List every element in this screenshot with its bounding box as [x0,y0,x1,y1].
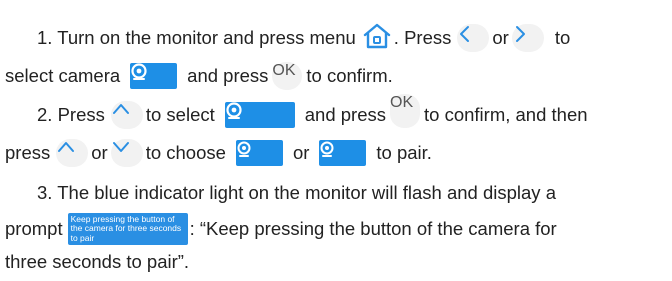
chevron-up-icon [110,101,143,129]
camera-1-icon: 1 [235,140,283,178]
step1-line1: 1. Turn on the monitor and press menu . … [0,21,672,55]
chevron-down-icon [110,139,143,167]
step1-text-d: to [554,27,571,48]
step3-text-a: 3. The blue indicator light on the monit… [37,182,556,203]
step3-line3: three seconds to pair”. [0,245,672,279]
step2-text-e: press [5,142,51,163]
step3-text-c: : “Keep pressing the button of the camer… [189,218,557,239]
step1-text-c: or [492,27,509,48]
home-menu-icon [362,22,392,55]
step2-text-c: and press [304,104,387,125]
chevron-right-icon [511,24,544,52]
step1-text-b: . Press [393,27,452,48]
step2-line1: 2. Press to select + and press OK to con… [0,94,672,140]
step1-text-a: 1. Turn on the monitor and press menu [37,27,356,48]
step2-text-d: to confirm, and then [424,104,588,125]
step3-text-b: prompt [5,218,63,239]
step2-text-a: 2. Press [37,104,105,125]
add-camera-icon: + [224,102,295,140]
step1-text-g: to confirm. [306,65,393,86]
ok-label-2: OK [390,94,414,111]
camera-icon [130,63,178,89]
step3-text-d: three seconds to pair”. [5,251,190,272]
step2-text-h: or [292,142,310,163]
step1-line2: select camera and press OK to confirm. [0,59,672,93]
ok-button-icon-2: OK [390,94,421,128]
step2-line2: press or to choose 1 or 2 to pair. [0,136,672,178]
step1-text-e: select camera [5,65,121,86]
pairing-prompt-banner: Keep pressing the button of the camera f… [67,212,188,246]
step2-text-g: to choose [145,142,226,163]
instruction-page: 1. Turn on the monitor and press menu . … [0,0,672,281]
chevron-up-icon-2 [56,139,89,167]
step2-text-f: or [91,142,108,163]
step3-line1: 3. The blue indicator light on the monit… [0,176,672,210]
step3-line2: prompt Keep pressing the button of the c… [0,212,672,246]
step2-text-b: to select [145,104,215,125]
chevron-left-icon [457,24,490,52]
ok-label: OK [272,62,296,79]
camera-2-icon: 2 [319,140,367,178]
step2-text-i: to pair. [376,142,432,163]
step1-text-f: and press [187,65,269,86]
ok-button-icon: OK [272,62,303,90]
